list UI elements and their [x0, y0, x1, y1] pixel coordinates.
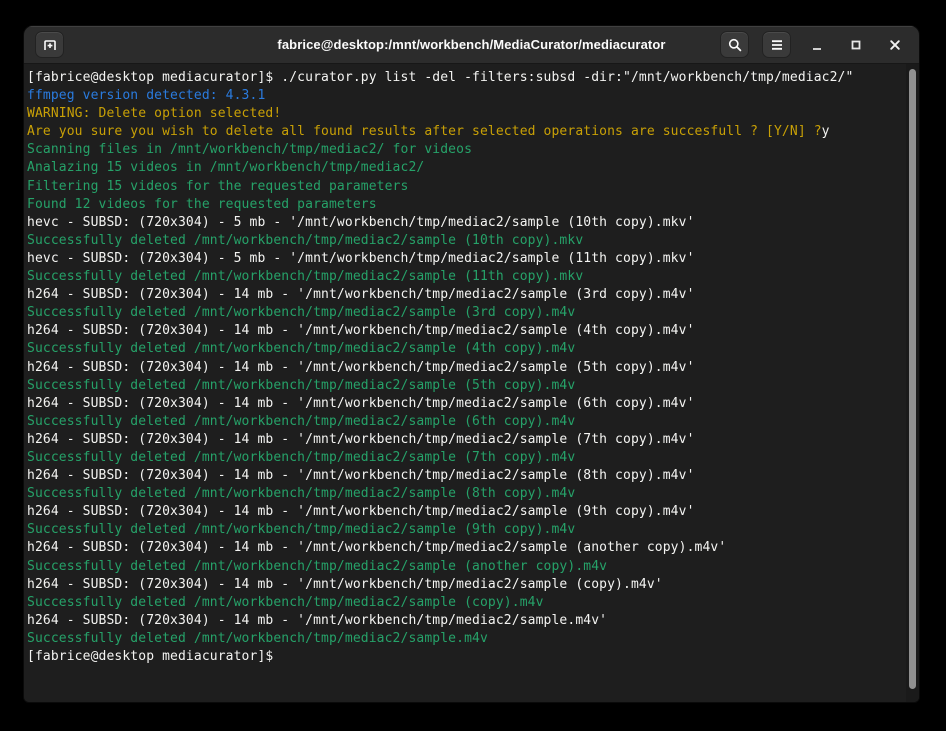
new-tab-icon [42, 37, 58, 53]
hamburger-menu-icon [770, 38, 784, 52]
terminal-line: Found 12 videos for the requested parame… [27, 196, 903, 214]
terminal-line: h264 - SUBSD: (720x304) - 14 mb - '/mnt/… [27, 467, 903, 485]
terminal-line: h264 - SUBSD: (720x304) - 14 mb - '/mnt/… [27, 395, 903, 413]
terminal-window: fabrice@desktop:/mnt/workbench/MediaCura… [24, 26, 919, 702]
terminal-line: Are you sure you wish to delete all foun… [27, 123, 903, 141]
terminal-line: h264 - SUBSD: (720x304) - 14 mb - '/mnt/… [27, 576, 903, 594]
maximize-icon [848, 37, 864, 53]
minimize-icon [809, 37, 825, 53]
terminal-line: Successfully deleted /mnt/workbench/tmp/… [27, 377, 903, 395]
terminal-line: h264 - SUBSD: (720x304) - 14 mb - '/mnt/… [27, 359, 903, 377]
terminal-line: h264 - SUBSD: (720x304) - 14 mb - '/mnt/… [27, 539, 903, 557]
terminal-line: Successfully deleted /mnt/workbench/tmp/… [27, 268, 903, 286]
terminal-line: h264 - SUBSD: (720x304) - 14 mb - '/mnt/… [27, 612, 903, 630]
window-titlebar[interactable]: fabrice@desktop:/mnt/workbench/MediaCura… [24, 26, 919, 64]
maximize-button[interactable] [843, 32, 869, 58]
close-icon [887, 37, 903, 53]
new-tab-button[interactable] [35, 31, 64, 58]
terminal-line: Successfully deleted /mnt/workbench/tmp/… [27, 340, 903, 358]
close-button[interactable] [882, 32, 908, 58]
terminal-line: Successfully deleted /mnt/workbench/tmp/… [27, 558, 903, 576]
terminal-line: [fabrice@desktop mediacurator]$ [27, 648, 903, 666]
terminal-line: hevc - SUBSD: (720x304) - 5 mb - '/mnt/w… [27, 214, 903, 232]
terminal-line: Successfully deleted /mnt/workbench/tmp/… [27, 485, 903, 503]
terminal-line: Scanning files in /mnt/workbench/tmp/med… [27, 141, 903, 159]
terminal-line: Successfully deleted /mnt/workbench/tmp/… [27, 594, 903, 612]
search-button[interactable] [720, 31, 749, 58]
terminal-line: Successfully deleted /mnt/workbench/tmp/… [27, 521, 903, 539]
terminal-line: WARNING: Delete option selected! [27, 105, 903, 123]
terminal-line: Successfully deleted /mnt/workbench/tmp/… [27, 304, 903, 322]
terminal-line: Successfully deleted /mnt/workbench/tmp/… [27, 449, 903, 467]
minimize-button[interactable] [804, 32, 830, 58]
terminal-screen[interactable]: [fabrice@desktop mediacurator]$ ./curato… [24, 64, 919, 702]
terminal-line: Analazing 15 videos in /mnt/workbench/tm… [27, 159, 903, 177]
search-icon [727, 37, 743, 53]
terminal-line: h264 - SUBSD: (720x304) - 14 mb - '/mnt/… [27, 503, 903, 521]
terminal-line: h264 - SUBSD: (720x304) - 14 mb - '/mnt/… [27, 322, 903, 340]
terminal-line: Filtering 15 videos for the requested pa… [27, 178, 903, 196]
terminal-line: Successfully deleted /mnt/workbench/tmp/… [27, 232, 903, 250]
desktop-background: fabrice@desktop:/mnt/workbench/MediaCura… [0, 0, 946, 731]
terminal-output: [fabrice@desktop mediacurator]$ ./curato… [27, 69, 903, 666]
terminal-line: h264 - SUBSD: (720x304) - 14 mb - '/mnt/… [27, 286, 903, 304]
menu-button[interactable] [762, 31, 791, 58]
terminal-line: Successfully deleted /mnt/workbench/tmp/… [27, 630, 903, 648]
terminal-line: h264 - SUBSD: (720x304) - 14 mb - '/mnt/… [27, 431, 903, 449]
scrollbar-track[interactable] [906, 64, 919, 702]
scrollbar-thumb[interactable] [909, 69, 916, 689]
terminal-line: [fabrice@desktop mediacurator]$ ./curato… [27, 69, 903, 87]
terminal-line: Successfully deleted /mnt/workbench/tmp/… [27, 413, 903, 431]
terminal-line: ffmpeg version detected: 4.3.1 [27, 87, 903, 105]
terminal-line: hevc - SUBSD: (720x304) - 5 mb - '/mnt/w… [27, 250, 903, 268]
